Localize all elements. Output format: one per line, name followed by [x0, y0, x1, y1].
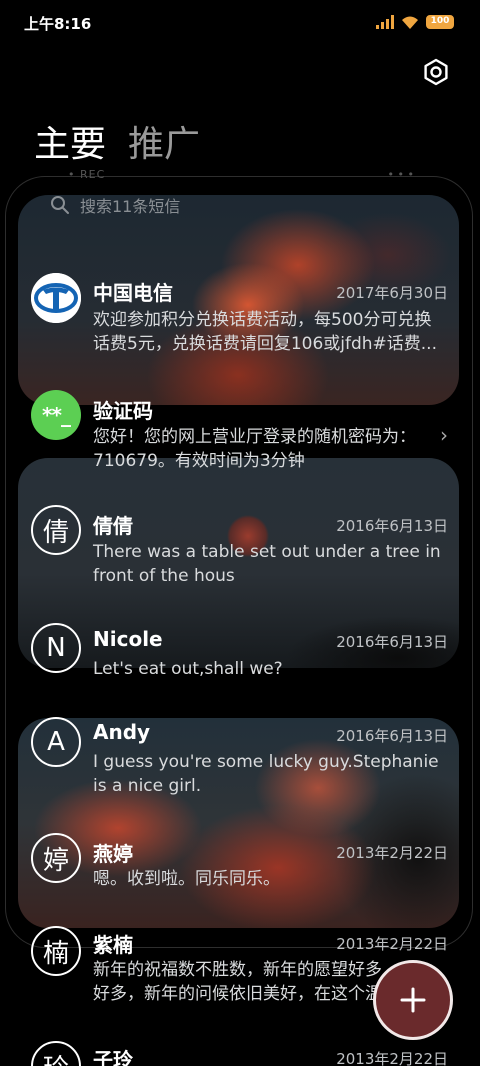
sender-name: 紫楠 [93, 933, 133, 957]
sender-name: 燕婷 [93, 842, 133, 866]
settings-button[interactable] [422, 58, 450, 86]
avatar: 玲 [31, 1041, 81, 1066]
sender-name: 验证码 [93, 399, 153, 423]
status-icons: 100 [376, 14, 454, 30]
wifi-icon [402, 16, 418, 29]
message-date: 2013年2月22日 [336, 1050, 448, 1066]
status-bar: 上午8:16 100 [0, 0, 480, 44]
search-icon [51, 196, 69, 214]
message-preview: I guess you're some lucky guy.Stephanie … [93, 752, 439, 796]
tab-promotions[interactable]: 推广 [128, 115, 200, 167]
battery-icon: 100 [426, 15, 454, 29]
compose-button[interactable] [373, 960, 453, 1040]
message-date: 2013年2月22日 [336, 935, 448, 953]
message-date: 2016年6月13日 [336, 517, 448, 535]
avatar: N [31, 623, 81, 673]
search-bar[interactable]: 搜索11条短信 [50, 193, 180, 217]
message-preview: 您好！您的网上营业厅登录的随机密码为：710679。有效时间为3分钟 [93, 427, 416, 471]
china-telecom-logo-icon [31, 273, 81, 323]
message-preview: Let's eat out,shall we? [93, 659, 283, 679]
sender-name: Andy [93, 720, 151, 744]
avatar: A [31, 717, 81, 767]
message-date: 2017年6月30日 [336, 284, 448, 302]
status-time: 上午8:16 [24, 15, 92, 33]
sender-name: Nicole [93, 627, 163, 651]
message-date: 2016年6月13日 [336, 727, 448, 745]
plus-icon [400, 987, 426, 1013]
avatar: 婷 [31, 833, 81, 883]
message-preview: There was a table set out under a tree i… [93, 542, 441, 586]
peek-text-left: • REC [68, 168, 106, 181]
tab-bar: 主要 推广 [34, 115, 200, 167]
peek-text-right: • • • [387, 168, 414, 181]
sender-name: 倩倩 [93, 514, 133, 538]
message-preview: 新年的祝福数不胜数，新年的愿望好多好多，新年的问候依旧美好，在这个温馨的 [93, 960, 382, 1004]
chevron-right-icon[interactable]: › [440, 423, 448, 447]
search-placeholder: 搜索11条短信 [80, 197, 181, 216]
message-preview: 嗯。收到啦。同乐同乐。 [93, 869, 280, 889]
tab-primary[interactable]: 主要 [34, 115, 106, 167]
signal-icon [376, 15, 394, 29]
message-date: 2016年6月13日 [336, 633, 448, 651]
avatar: **_ [31, 390, 81, 440]
avatar: 倩 [31, 505, 81, 555]
avatar [31, 273, 81, 323]
settings-icon [424, 58, 448, 86]
sender-name: 子玲 [93, 1048, 133, 1066]
message-preview: 欢迎参加积分兑换话费活动，每500分可兑换话费5元，兑换话费请回复106或jfd… [93, 310, 437, 354]
avatar: 楠 [31, 926, 81, 976]
message-date: 2013年2月22日 [336, 844, 448, 862]
sender-name: 中国电信 [93, 281, 173, 305]
